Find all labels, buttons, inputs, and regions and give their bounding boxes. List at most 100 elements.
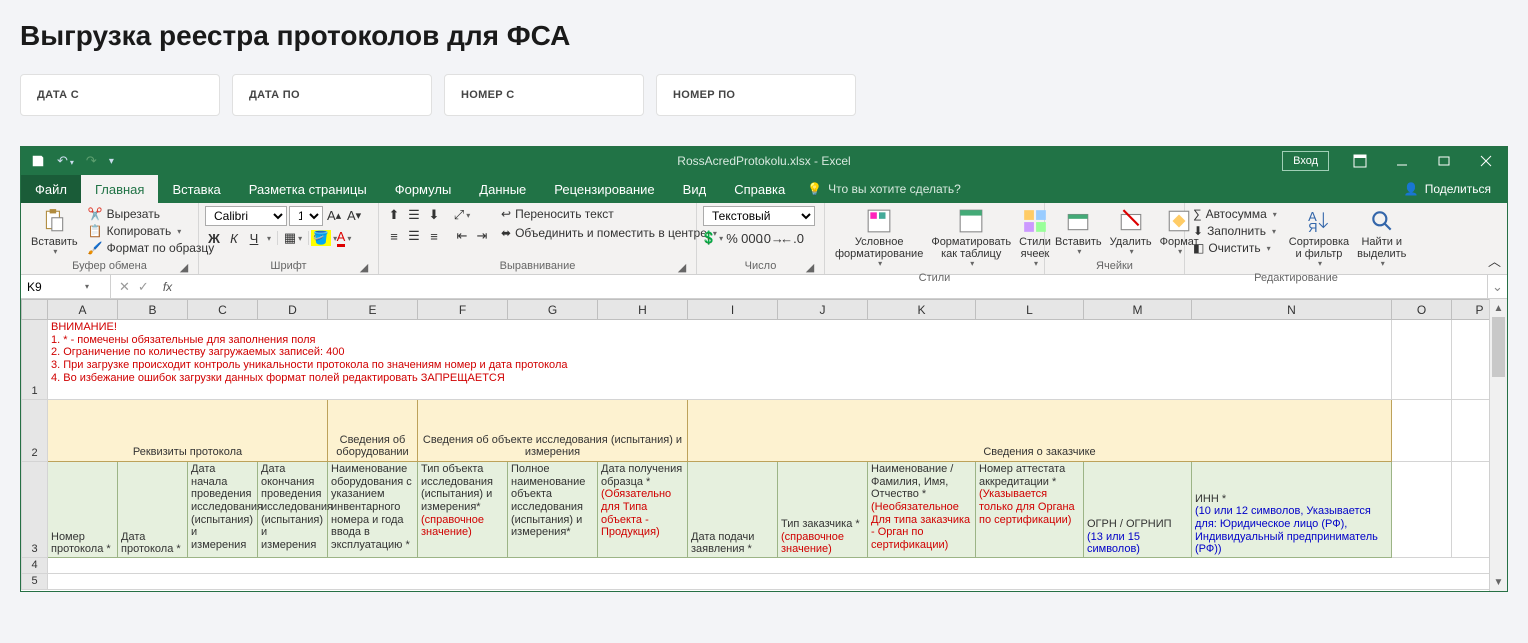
col-header[interactable]: L <box>976 300 1084 320</box>
row-header[interactable]: 3 <box>22 462 48 558</box>
spreadsheet-grid[interactable]: A B C D E F G H I J K L M N O P <box>21 299 1489 590</box>
cell[interactable] <box>1392 400 1452 462</box>
column-header-cell[interactable]: Дата получения образца *(Обязательно для… <box>598 462 688 558</box>
sort-filter-button[interactable]: AЯ Сортировка и фильтр▾ <box>1285 206 1353 271</box>
decrease-font-icon[interactable]: A▾ <box>345 206 363 224</box>
name-box[interactable]: ▾ <box>21 275 111 298</box>
col-header[interactable]: H <box>598 300 688 320</box>
col-header[interactable]: C <box>188 300 258 320</box>
col-header[interactable]: N <box>1192 300 1392 320</box>
menu-layout[interactable]: Разметка страницы <box>235 175 381 203</box>
save-icon[interactable] <box>31 154 45 168</box>
column-header-cell[interactable]: Тип заказчика *(справочное значение) <box>778 462 868 558</box>
orientation-icon[interactable]: ⤢▾ <box>453 206 471 224</box>
increase-font-icon[interactable]: A▴ <box>325 206 343 224</box>
delete-cells-button[interactable]: Удалить▾ <box>1106 206 1156 259</box>
align-center-icon[interactable]: ☰ <box>405 227 423 245</box>
minimize-icon[interactable] <box>1381 147 1423 175</box>
row-header[interactable]: 4 <box>22 558 48 574</box>
menu-help[interactable]: Справка <box>720 175 799 203</box>
menu-data[interactable]: Данные <box>465 175 540 203</box>
dialog-launcher-icon[interactable]: ◢ <box>178 261 190 273</box>
column-header-cell[interactable]: Дата начала проведения исследования (исп… <box>188 462 258 558</box>
maximize-icon[interactable] <box>1423 147 1465 175</box>
align-middle-icon[interactable]: ☰ <box>405 206 423 224</box>
insert-cells-button[interactable]: Вставить▾ <box>1051 206 1106 259</box>
format-painter-button[interactable]: 🖌️Формат по образцу <box>86 240 217 256</box>
col-header[interactable]: D <box>258 300 328 320</box>
share-button[interactable]: 👤 Поделиться <box>1404 182 1507 196</box>
conditional-formatting-button[interactable]: Условное форматирование▾ <box>831 206 927 271</box>
column-header-cell[interactable]: Тип объекта исследования (испытания) и и… <box>418 462 508 558</box>
scroll-down-icon[interactable]: ▼ <box>1490 573 1507 591</box>
wrap-text-button[interactable]: ↩Переносить текст <box>499 206 719 222</box>
col-header[interactable]: K <box>868 300 976 320</box>
dialog-launcher-icon[interactable]: ◢ <box>676 261 688 273</box>
cell[interactable]: ВНИМАНИЕ! 1. * - помечены обязательные д… <box>48 320 1392 400</box>
column-header-cell[interactable]: ИНН *(10 или 12 символов, Указывается дл… <box>1192 462 1392 558</box>
align-left-icon[interactable]: ≡ <box>385 227 403 245</box>
dialog-launcher-icon[interactable]: ◢ <box>358 261 370 273</box>
name-box-input[interactable] <box>27 280 83 294</box>
border-button[interactable]: ▦▾ <box>284 229 302 247</box>
align-bottom-icon[interactable]: ⬇ <box>425 206 443 224</box>
menu-insert[interactable]: Вставка <box>158 175 234 203</box>
increase-decimal-icon[interactable]: .0→ <box>763 229 781 247</box>
column-header-cell[interactable]: Наименование / Фамилия, Имя, Отчество *(… <box>868 462 976 558</box>
row-header[interactable]: 1 <box>22 320 48 400</box>
column-header-cell[interactable]: ОГРН / ОГРНИП(13 или 15 символов) <box>1084 462 1192 558</box>
col-header[interactable]: A <box>48 300 118 320</box>
column-header-cell[interactable]: Номер протокола * <box>48 462 118 558</box>
font-name-select[interactable]: Calibri <box>205 206 287 226</box>
menu-formulas[interactable]: Формулы <box>381 175 466 203</box>
column-header-cell[interactable]: Дата окончания проведения исследования (… <box>258 462 328 558</box>
scroll-thumb[interactable] <box>1492 317 1505 377</box>
col-header[interactable]: B <box>118 300 188 320</box>
column-header-cell[interactable]: Полное наименование объекта исследования… <box>508 462 598 558</box>
col-header[interactable]: O <box>1392 300 1452 320</box>
italic-button[interactable]: К <box>225 229 243 247</box>
find-select-button[interactable]: Найти и выделить▾ <box>1353 206 1410 271</box>
collapse-ribbon-icon[interactable]: ︿ <box>1488 251 1501 270</box>
col-header[interactable]: F <box>418 300 508 320</box>
group-header[interactable]: Реквизиты протокола <box>48 400 328 462</box>
column-header-cell[interactable]: Дата протокола * <box>118 462 188 558</box>
menu-file[interactable]: Файл <box>21 175 81 203</box>
dialog-launcher-icon[interactable]: ◢ <box>804 261 816 273</box>
cell[interactable] <box>1452 320 1490 400</box>
increase-indent-icon[interactable]: ⇥ <box>473 227 491 245</box>
decrease-indent-icon[interactable]: ⇤ <box>453 227 471 245</box>
ribbon-display-icon[interactable] <box>1339 147 1381 175</box>
cancel-formula-icon[interactable]: ✕ <box>119 279 130 295</box>
fx-icon[interactable]: fx <box>157 280 178 294</box>
column-header-cell[interactable]: Номер аттестата аккредитации *(Указывает… <box>976 462 1084 558</box>
col-header[interactable]: G <box>508 300 598 320</box>
filter-date-from[interactable]: ДАТА С <box>20 74 220 116</box>
expand-formula-bar-icon[interactable]: ⌄ <box>1487 275 1507 298</box>
align-top-icon[interactable]: ⬆ <box>385 206 403 224</box>
comma-icon[interactable]: 000 <box>743 229 761 247</box>
underline-button[interactable]: Ч <box>245 229 263 247</box>
clear-button[interactable]: ◧Очистить▾ <box>1191 240 1279 256</box>
percent-icon[interactable]: % <box>723 229 741 247</box>
select-all-corner[interactable] <box>22 300 48 320</box>
fill-color-button[interactable]: 🪣▾ <box>315 229 333 247</box>
redo-icon[interactable]: ↷ <box>86 153 97 169</box>
font-size-select[interactable]: 11 <box>289 206 323 226</box>
login-button[interactable]: Вход <box>1282 151 1329 171</box>
cell[interactable] <box>48 558 1490 574</box>
currency-icon[interactable]: 💲▾ <box>703 229 721 247</box>
cell[interactable] <box>1452 462 1490 558</box>
col-header[interactable]: I <box>688 300 778 320</box>
cell[interactable] <box>1392 462 1452 558</box>
close-icon[interactable] <box>1465 147 1507 175</box>
row-header[interactable]: 5 <box>22 574 48 590</box>
group-header[interactable]: Сведения об оборудовании <box>328 400 418 462</box>
tell-me-search[interactable]: 💡 Что вы хотите сделать? <box>807 182 961 196</box>
paste-button[interactable]: Вставить ▾ <box>27 206 82 259</box>
menu-view[interactable]: Вид <box>669 175 721 203</box>
enter-formula-icon[interactable]: ✓ <box>138 279 149 295</box>
menu-home[interactable]: Главная <box>81 175 158 203</box>
group-header[interactable]: Сведения о заказчике <box>688 400 1392 462</box>
group-header[interactable]: Сведения об объекте исследования (испыта… <box>418 400 688 462</box>
